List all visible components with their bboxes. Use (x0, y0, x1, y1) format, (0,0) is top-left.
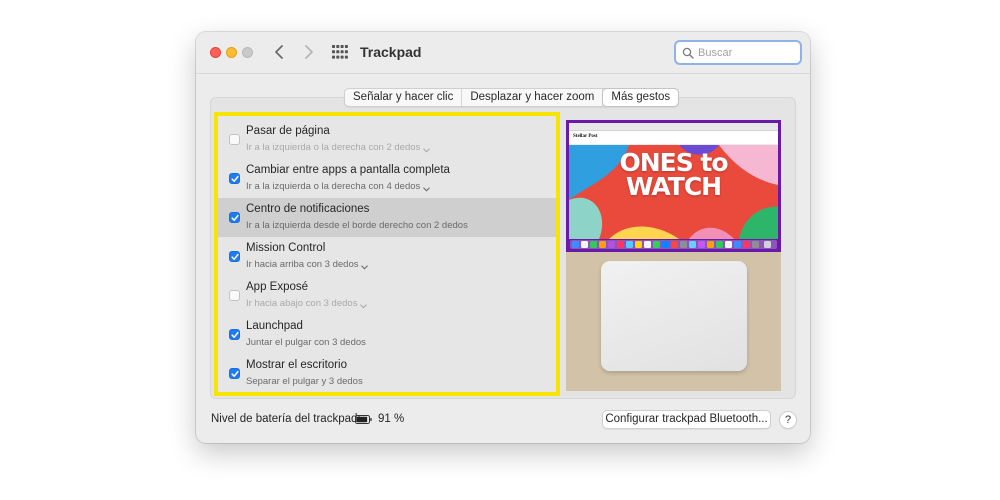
dock (570, 240, 777, 249)
gesture-checkbox[interactable] (229, 329, 240, 340)
gesture-item[interactable]: App Exposé Ir hacia abajo con 3 dedos (218, 276, 556, 315)
minimize-window-button[interactable] (226, 47, 237, 58)
gesture-description-text: Separar el pulgar y 3 dedos (246, 376, 363, 387)
gesture-checkbox[interactable] (229, 173, 240, 184)
checkmark-icon (231, 370, 239, 377)
gesture-description: Separar el pulgar y 3 dedos (246, 376, 363, 387)
gesture-option-popup[interactable]: Ir a la izquierda o la derecha con 2 ded… (246, 142, 431, 153)
tab-more-gestures[interactable]: Más gestos (603, 89, 679, 106)
gesture-label: App Exposé (246, 281, 309, 293)
gesture-description-text: Ir hacia arriba con 3 dedos (246, 259, 359, 270)
chevron-down-icon (360, 301, 368, 309)
gesture-item[interactable]: Cambiar entre apps a pantalla completa Ir… (218, 159, 556, 198)
search-input[interactable] (698, 44, 798, 62)
trackpad-preferences-window: Trackpad Señalar y hacer clic Desplazar … (196, 32, 810, 443)
gesture-label: Centro de notificaciones (246, 203, 370, 215)
gesture-checkbox[interactable] (229, 290, 240, 301)
gesture-description-text: Ir a la izquierda o la derecha con 2 ded… (246, 142, 421, 153)
hero-headline: ONES to WATCH (569, 150, 778, 201)
grid-icon (332, 45, 348, 59)
gesture-item[interactable]: Centro de notificaciones Ir a la izquierd… (218, 198, 556, 237)
hero-line-2: WATCH (625, 172, 722, 201)
site-header (569, 131, 778, 145)
chevron-down-icon (423, 184, 431, 192)
close-window-button[interactable] (210, 47, 221, 58)
gesture-description: Ir a la izquierda desde el borde derecho… (246, 220, 468, 231)
gesture-label: Mission Control (246, 242, 326, 254)
gesture-option-popup[interactable]: Ir hacia abajo con 3 dedos (246, 298, 368, 309)
gesture-label: Launchpad (246, 320, 303, 332)
site-logo: Stellar Post (573, 134, 598, 139)
show-all-button[interactable] (332, 45, 348, 59)
chevron-down-icon (361, 262, 369, 270)
back-button[interactable] (270, 41, 290, 63)
configure-bluetooth-trackpad-button[interactable]: Configurar trackpad Bluetooth... (602, 410, 771, 429)
help-button[interactable]: ? (779, 411, 797, 429)
gesture-option-popup[interactable]: Ir a la izquierda o la derecha con 4 ded… (246, 181, 431, 192)
gesture-label: Mostrar el escritorio (246, 359, 347, 371)
gesture-item[interactable]: Pasar de página Ir a la izquierda o la de… (218, 120, 556, 159)
window-title: Trackpad (360, 44, 422, 60)
tab-point-and-click[interactable]: Señalar y hacer clic (345, 89, 463, 106)
gesture-item[interactable]: Mission Control Ir hacia arriba con 3 ded… (218, 237, 556, 276)
gesture-preview: Stellar Post ONES to WATCH (566, 120, 781, 391)
trackpad-device (601, 261, 747, 371)
battery-percentage: 91 % (378, 413, 405, 425)
chevron-left-icon (275, 45, 283, 59)
gesture-item[interactable]: Launchpad Juntar el pulgar con 3 dedos (218, 315, 556, 354)
gesture-list: Pasar de página Ir a la izquierda o la de… (214, 112, 560, 396)
battery-level-label: Nivel de batería del trackpad: (211, 413, 361, 425)
title-bar: Trackpad (196, 32, 810, 74)
checkmark-icon (231, 253, 239, 260)
search-field[interactable] (674, 40, 802, 65)
zoom-window-button[interactable] (242, 47, 253, 58)
search-icon (682, 47, 694, 59)
gesture-checkbox[interactable] (229, 368, 240, 379)
browser-toolbar (569, 123, 778, 131)
chevron-right-icon (305, 45, 313, 59)
gesture-checkbox[interactable] (229, 212, 240, 223)
mac-screen-frame: Stellar Post ONES to WATCH (566, 120, 781, 252)
gesture-option-popup[interactable]: Ir hacia arriba con 3 dedos (246, 259, 369, 270)
gesture-description: Juntar el pulgar con 3 dedos (246, 337, 366, 348)
gesture-description-text: Ir hacia abajo con 3 dedos (246, 298, 358, 309)
gesture-description-text: Ir a la izquierda desde el borde derecho… (246, 220, 468, 231)
gesture-checkbox[interactable] (229, 134, 240, 145)
gesture-label: Cambiar entre apps a pantalla completa (246, 164, 450, 176)
tab-bar: Señalar y hacer clic Desplazar y hacer z… (344, 88, 680, 107)
checkmark-icon (231, 214, 239, 221)
gesture-description-text: Juntar el pulgar con 3 dedos (246, 337, 366, 348)
mac-screen: Stellar Post ONES to WATCH (569, 123, 778, 239)
forward-button[interactable] (298, 41, 318, 63)
battery-icon (355, 415, 372, 424)
chevron-down-icon (423, 145, 431, 153)
tab-scroll-and-zoom[interactable]: Desplazar y hacer zoom (462, 89, 604, 106)
gesture-checkbox[interactable] (229, 251, 240, 262)
checkmark-icon (231, 175, 239, 182)
gesture-item[interactable]: Mostrar el escritorio Separar el pulgar y… (218, 354, 556, 393)
checkmark-icon (231, 331, 239, 338)
gesture-description-text: Ir a la izquierda o la derecha con 4 ded… (246, 181, 421, 192)
gesture-label: Pasar de página (246, 125, 330, 137)
